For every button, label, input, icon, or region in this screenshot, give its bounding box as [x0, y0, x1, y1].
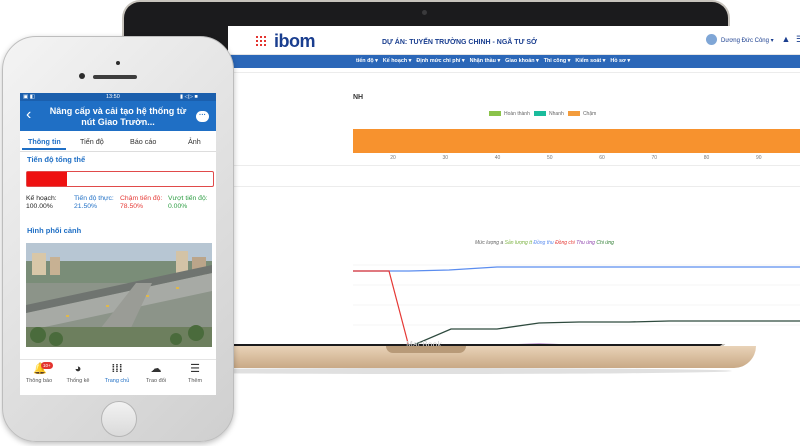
x-tick-label: 30 — [442, 155, 449, 161]
overall-progress-bar — [26, 171, 214, 187]
bell-icon[interactable]: ▲ — [781, 34, 791, 44]
nav-label: Trao đổi — [146, 378, 166, 384]
user-avatar[interactable] — [706, 34, 717, 45]
home-button[interactable] — [101, 401, 137, 437]
bar-chart-bar — [353, 129, 800, 153]
x-tick-label: 90 — [755, 155, 762, 161]
tab-info[interactable]: Thông tin — [28, 137, 61, 146]
phone-frame: ▣ ◧ 13:50 ▮ ◁▷ ■ ‹ Nâng cấp và cải tạo h… — [2, 36, 234, 442]
laptop-screen: ibom DỰ ÁN: TUYẾN TRƯỜNG CHINH - NGÃ TƯ … — [228, 26, 800, 344]
legend-item: Hoàn thành — [489, 111, 530, 117]
laptop-notch — [386, 346, 466, 353]
legend-item: Nhanh — [534, 111, 564, 117]
project-title: DỰ ÁN: TUYẾN TRƯỜNG CHINH - NGÃ TƯ SỞ — [382, 39, 537, 46]
line-chart-panel: Mức lượng a Sản lượng tt Đồng thu Đồng c… — [228, 186, 800, 344]
x-tick-label: 20 — [390, 155, 396, 161]
home-grid-icon: ⁞⁞⁞ — [111, 363, 123, 375]
slow-stat: Chậm tiến độ: 78.50% — [120, 195, 163, 210]
nav-more[interactable]: ☰ Thêm — [176, 363, 214, 385]
user-name[interactable]: Dương Đức Công ▾ — [721, 37, 774, 44]
status-left-icons: ▣ ◧ — [23, 94, 35, 100]
x-tick-label: 80 — [703, 155, 710, 161]
panel-title: NH — [353, 94, 364, 101]
main-nav: tiến độ ▾ Kế hoạch ▾ Định mức chi phí ▾ Nhậ… — [228, 55, 800, 68]
nav-item[interactable]: Hồ sơ ▾ — [610, 58, 630, 64]
phone-screen: ▣ ◧ 13:50 ▮ ◁▷ ■ ‹ Nâng cấp và cải tạo h… — [20, 93, 216, 395]
tab-bar: Thông tin Tiến độ Báo cáo Ảnh — [20, 131, 216, 152]
nav-label: Thông báo — [25, 378, 53, 384]
bottom-nav: 🔔 10+ Thông báo ◕ Thống kê ⁞⁞⁞ Trang chủ… — [20, 359, 216, 395]
list-icon[interactable]: ☰ — [795, 34, 800, 44]
nav-item[interactable]: Giao khoán ▾ — [505, 58, 539, 64]
pie-chart-icon: ◕ — [74, 363, 82, 375]
progress-section-title: Tiến độ tổng thể — [27, 155, 86, 164]
nav-label: Thống kê — [66, 378, 90, 384]
photo-section-title: Hình phối cảnh — [27, 226, 82, 235]
line-chart-svg — [353, 264, 800, 344]
x-tick-label: 70 — [651, 155, 658, 161]
phone-camera — [79, 73, 85, 79]
x-tick-label: 40 — [494, 155, 501, 161]
progress-fill — [27, 172, 67, 186]
bar-legend: Hoàn thành Nhanh Chậm — [489, 111, 596, 117]
plan-stat: Kế hoạch: 100.00% — [26, 195, 57, 210]
project-perspective-image[interactable] — [26, 243, 212, 347]
tab-progress[interactable]: Tiến độ — [80, 137, 104, 146]
phone-sensor — [116, 61, 120, 65]
back-arrow-icon[interactable]: ‹ — [26, 107, 31, 123]
app-bar: ‹ Nâng cấp và cải tạo hệ thống từ nút Gi… — [20, 101, 216, 131]
nav-home[interactable]: ⁞⁞⁞ Trang chủ — [98, 363, 136, 385]
chat-bubble-icon[interactable]: ··· — [196, 111, 209, 122]
tab-report[interactable]: Báo cáo — [130, 137, 156, 146]
chat-icon: ☁ — [150, 363, 162, 375]
nav-item[interactable]: Định mức chi phí ▾ — [416, 58, 464, 64]
status-time: 13:50 — [106, 94, 120, 100]
nav-discussion[interactable]: ☁ Trao đổi — [137, 363, 175, 385]
tab-photos[interactable]: Ảnh — [188, 137, 201, 146]
nav-notifications[interactable]: 🔔 10+ Thông báo — [20, 362, 58, 384]
series-line-blue — [353, 266, 800, 272]
nav-items: tiến độ ▾ Kế hoạch ▾ Định mức chi phí ▾ Nhậ… — [356, 58, 635, 64]
ahead-stat: Vượt tiến độ: 0.00% — [168, 195, 208, 210]
x-tick-label: 50 — [546, 155, 553, 161]
nav-item[interactable]: Kiểm soát ▾ — [575, 58, 605, 64]
legend-item: Chậm — [567, 111, 596, 117]
nav-statistics[interactable]: ◕ Thống kê — [59, 363, 97, 385]
status-right-icons: ▮ ◁▷ ■ — [180, 94, 198, 100]
laptop-camera — [422, 10, 427, 15]
chevron-down-icon: ▾ — [770, 38, 774, 44]
nav-item[interactable]: Thi công ▾ — [544, 58, 571, 64]
notification-badge: 10+ — [41, 362, 53, 369]
menu-icon: ☰ — [190, 363, 200, 375]
nav-item[interactable]: Nhận thầu ▾ — [470, 58, 501, 64]
series-line-red — [353, 270, 409, 344]
app-logo[interactable]: ibom — [274, 31, 316, 52]
nav-item[interactable]: tiến độ ▾ — [356, 58, 378, 64]
x-tick-label: 60 — [599, 155, 605, 161]
status-bar: ▣ ◧ 13:50 ▮ ◁▷ ■ — [20, 93, 216, 101]
progress-bar-panel: NH Hoàn thành Nhanh Chậm 20 30 40 50 60 70 80 9… — [228, 72, 800, 166]
nav-label: Thêm — [187, 378, 203, 384]
phone-speaker — [93, 75, 137, 79]
app-header: ibom DỰ ÁN: TUYẾN TRƯỜNG CHINH - NGÃ TƯ … — [228, 26, 800, 55]
tab-active-indicator — [22, 148, 66, 150]
grid-icon[interactable] — [256, 36, 266, 46]
nav-item[interactable]: Kế hoạch ▾ — [383, 58, 411, 64]
nav-label: Trang chủ — [104, 378, 130, 384]
overpass-illustration — [26, 243, 212, 347]
actual-stat: Tiến độ thực: 21.50% — [74, 195, 114, 210]
project-title: Nâng cấp và cải tạo hệ thống từ nút Giao… — [49, 106, 187, 127]
